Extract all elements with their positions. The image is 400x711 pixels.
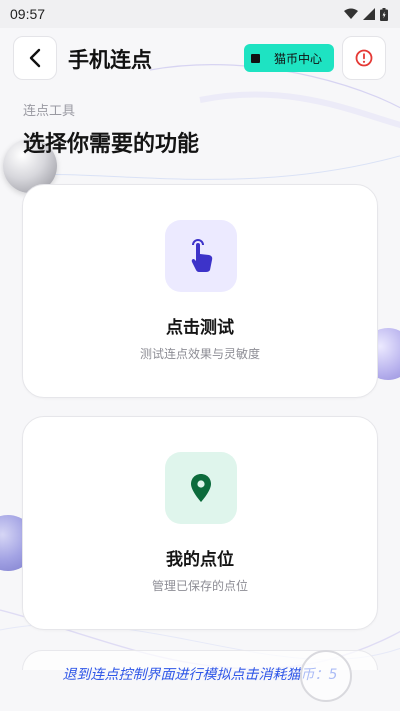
coin-center-button[interactable]: 猫币中心 [244, 44, 334, 72]
back-button[interactable] [13, 36, 57, 80]
section-subtitle: 连点工具 [23, 104, 76, 119]
my-points-card[interactable]: 我的点位 管理已保存的点位 [22, 416, 378, 630]
card-title: 点击测试 [166, 318, 234, 338]
status-time: 09:57 [10, 6, 46, 22]
page-title: 手机连点 [68, 48, 152, 72]
status-icons [344, 7, 388, 21]
card-title: 我的点位 [166, 550, 234, 570]
card-description: 测试连点效果与灵敏度 [139, 347, 260, 361]
app-header: 手机连点 猫币中心 [0, 30, 400, 88]
chevron-left-icon [29, 48, 41, 68]
tap-finger-icon [191, 239, 213, 272]
coin-center-label: 猫币中心 [274, 51, 323, 66]
decorative-ring [300, 650, 352, 702]
card-icon-box [165, 452, 237, 524]
tap-test-card[interactable]: 点击测试 测试连点效果与灵敏度 [22, 184, 378, 398]
section-title: 选择你需要的功能 [23, 132, 200, 157]
card-icon-box [165, 220, 237, 292]
coin-icon [251, 53, 260, 63]
alert-button[interactable] [342, 36, 386, 80]
status-bar: 09:57 [0, 0, 400, 28]
alert-circle-icon [355, 49, 373, 67]
wifi-icon [344, 8, 358, 19]
location-pin-icon [191, 474, 211, 502]
cellular-signal-icon [363, 8, 375, 20]
card-description: 管理已保存的点位 [151, 579, 248, 593]
battery-icon [380, 7, 388, 21]
